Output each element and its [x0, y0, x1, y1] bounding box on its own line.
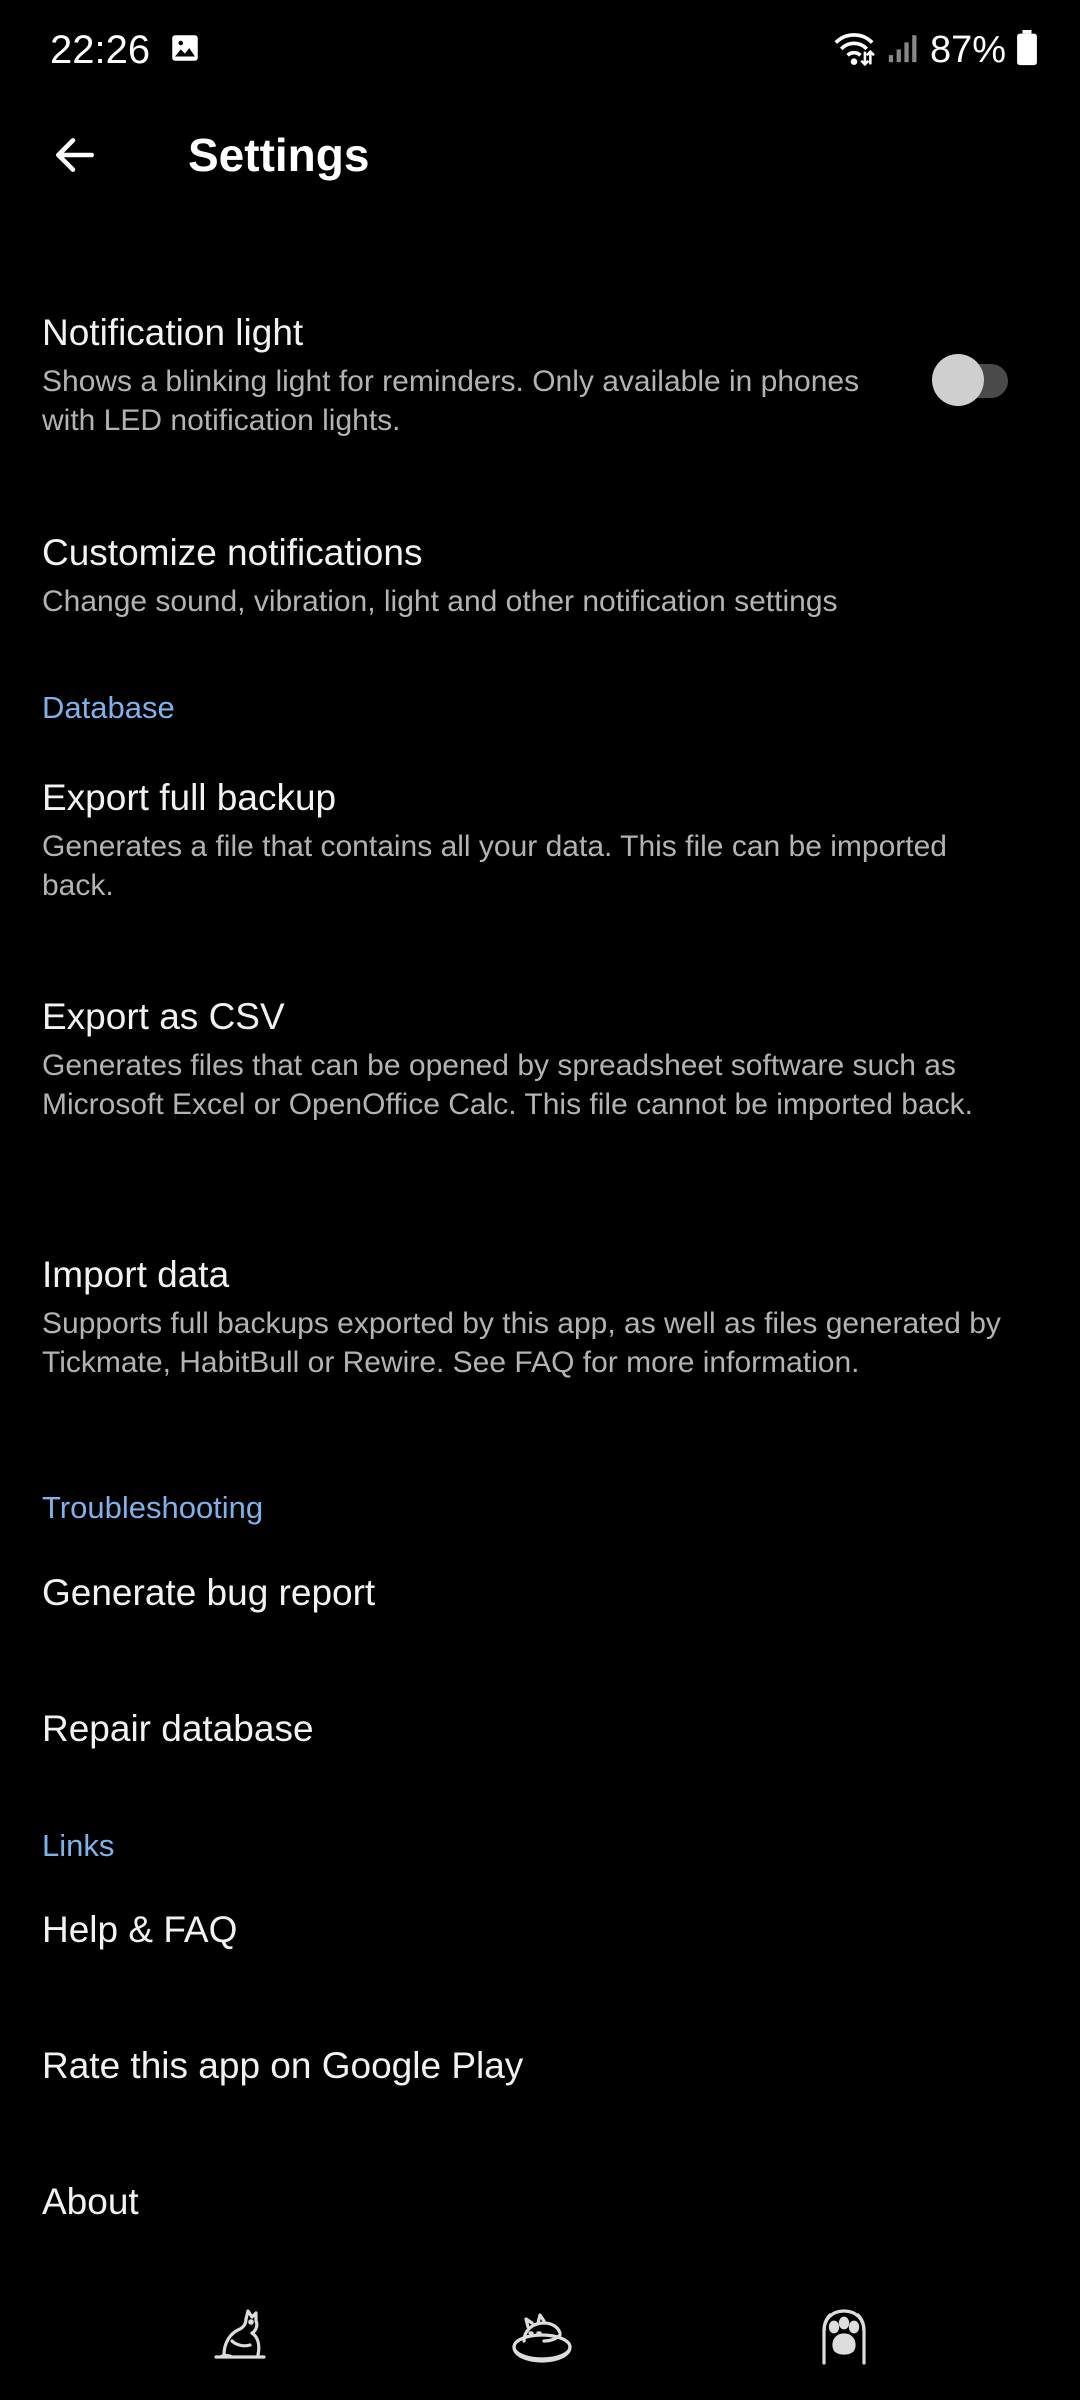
cat-in-bed-icon: [512, 2313, 572, 2363]
setting-description: Change sound, vibration, light and other…: [42, 585, 838, 618]
setting-title: Help & FAQ: [42, 1909, 238, 1950]
setting-title: Export as CSV: [42, 996, 285, 1037]
bottom-nav: [0, 2290, 1080, 2380]
setting-title: Rate this app on Google Play: [42, 2045, 524, 2086]
notification-light-toggle[interactable]: [932, 352, 1010, 406]
import-data-setting[interactable]: Import data Supports full backups export…: [0, 1242, 1080, 1432]
gallery-icon: [168, 31, 202, 70]
nav-button-1[interactable]: [195, 2290, 285, 2380]
section-header-database: Database: [42, 690, 175, 725]
about-setting[interactable]: About: [0, 2169, 1080, 2249]
arrow-left-icon: [56, 138, 94, 172]
setting-title: About: [42, 2181, 139, 2222]
cat-stretching-icon: [214, 2309, 266, 2359]
rate-app-setting[interactable]: Rate this app on Google Play: [0, 2033, 1080, 2113]
back-button[interactable]: [40, 120, 110, 190]
setting-description: Generates a file that contains all your …: [42, 830, 947, 902]
help-faq-setting[interactable]: Help & FAQ: [0, 1897, 1080, 1977]
setting-title: Export full backup: [42, 777, 337, 818]
generate-bug-report-setting[interactable]: Generate bug report: [0, 1560, 1080, 1640]
repair-database-setting[interactable]: Repair database: [0, 1696, 1080, 1776]
setting-description: Shows a blinking light for reminders. On…: [42, 365, 860, 437]
export-full-backup-setting[interactable]: Export full backup Generates a file that…: [0, 765, 1080, 915]
setting-description: Generates files that can be opened by sp…: [42, 1049, 973, 1121]
export-csv-setting[interactable]: Export as CSV Generates files that can b…: [0, 984, 1080, 1174]
signal-icon: [886, 31, 920, 70]
battery-percent: 87%: [929, 28, 1006, 71]
status-bar: 22:26 87%: [0, 0, 1080, 100]
paw-icon: [822, 2309, 866, 2365]
battery-icon: [1016, 29, 1038, 71]
status-time: 22:26: [50, 27, 151, 72]
setting-title: Import data: [42, 1254, 230, 1295]
setting-title: Generate bug report: [42, 1572, 376, 1613]
customize-notifications-setting[interactable]: Customize notifications Change sound, vi…: [0, 520, 1080, 640]
nav-button-3[interactable]: [799, 2290, 889, 2380]
toolbar: Settings: [0, 110, 1080, 200]
setting-title: Notification light: [42, 312, 304, 353]
page-title: Settings: [188, 129, 370, 181]
setting-title: Customize notifications: [42, 532, 423, 573]
toggle-thumb: [932, 354, 984, 406]
setting-title: Repair database: [42, 1708, 314, 1749]
nav-button-2[interactable]: [497, 2290, 587, 2380]
section-header-troubleshooting: Troubleshooting: [42, 1490, 264, 1525]
setting-description: Supports full backups exported by this a…: [42, 1307, 1001, 1379]
notification-light-setting[interactable]: Notification light Shows a blinking ligh…: [0, 300, 1080, 460]
section-header-links: Links: [42, 1828, 115, 1863]
wifi-icon: [832, 28, 876, 73]
